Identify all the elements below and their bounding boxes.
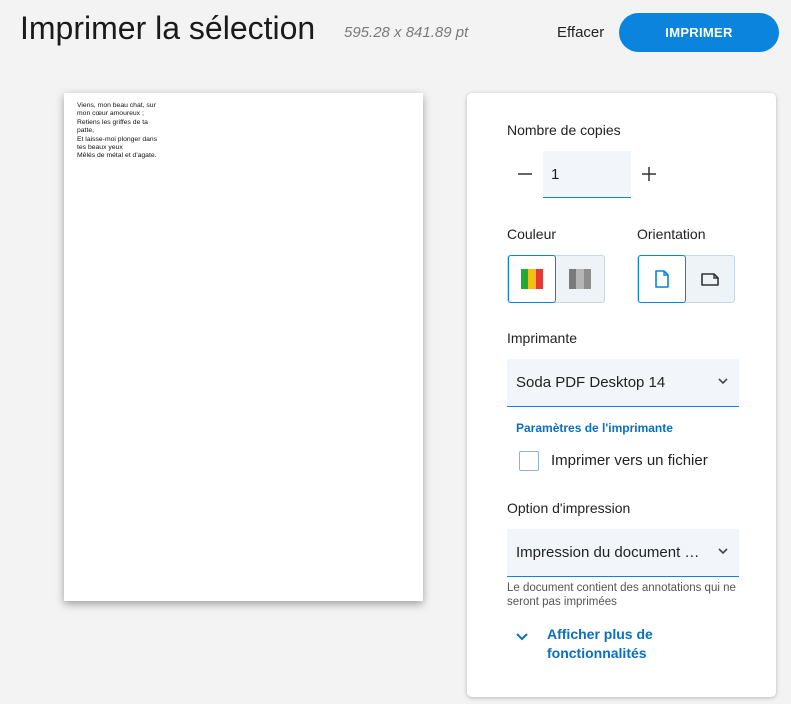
page-title: Imprimer la sélection [20,10,316,46]
printer-select[interactable]: Soda PDF Desktop 14 [507,359,739,407]
plus-icon [642,167,656,181]
printer-label: Imprimante [507,330,578,346]
print-option-select[interactable]: Impression du document et annotations [507,529,739,577]
landscape-option[interactable] [686,256,734,302]
chevron-down-icon [718,548,728,555]
orientation-label: Orientation [637,226,706,242]
preview-text: Viens, mon beau chat, sur mon cœur amour… [77,102,173,161]
preview-line: patte, [77,127,95,135]
preview-line: Retiens les griffes de ta [77,118,148,126]
preview-line: tes beaux yeux [77,144,123,152]
chevron-down-icon [516,633,528,641]
portrait-option[interactable] [638,255,686,303]
page-dimensions: 595.28 x 841.89 pt [344,24,469,41]
increment-button[interactable] [638,163,660,185]
more-features-label: Afficher plus de fonctionnalités [547,626,653,661]
chevron-down-icon [718,378,728,385]
print-option-label: Option d'impression [507,500,631,516]
preview-line: mon cœur amoureux ; [77,110,144,118]
preview-line: Viens, mon beau chat, sur [77,102,156,109]
printer-settings-link[interactable]: Paramètres de l'imprimante [516,421,673,435]
annotation-note: Le document contient des annotations qui… [507,582,736,608]
clear-button[interactable]: Effacer [553,22,608,43]
portrait-icon [655,270,669,288]
printer-select-value: Soda PDF Desktop 14 [516,374,666,391]
grayscale-icon [569,269,591,289]
orientation-toggle-group [637,255,735,303]
landscape-icon [701,273,719,286]
grayscale-option[interactable] [556,256,604,302]
preview-line: Et laisse-moi plonger dans [77,135,158,143]
color-label: Couleur [507,226,557,242]
print-to-file-label: Imprimer vers un fichier [551,452,708,469]
minus-icon [518,173,532,175]
copies-input[interactable] [543,151,631,198]
copies-label: Nombre de copies [507,122,621,138]
more-features-toggle[interactable]: Afficher plus de fonctionnalités [515,625,677,663]
print-settings-panel: Nombre de copies Couleur Orientation [467,93,776,697]
color-icon [521,269,543,289]
print-button[interactable]: IMPRIMER [619,13,779,52]
color-toggle-group [507,255,605,303]
page-preview: Viens, mon beau chat, sur mon cœur amour… [64,93,423,601]
print-option-select-value: Impression du document et annotations [516,544,704,561]
preview-line: Mêlés de métal et d'agate. [77,152,157,160]
color-option[interactable] [508,255,556,303]
decrement-button[interactable] [514,163,536,185]
print-to-file-checkbox[interactable] [519,451,539,471]
